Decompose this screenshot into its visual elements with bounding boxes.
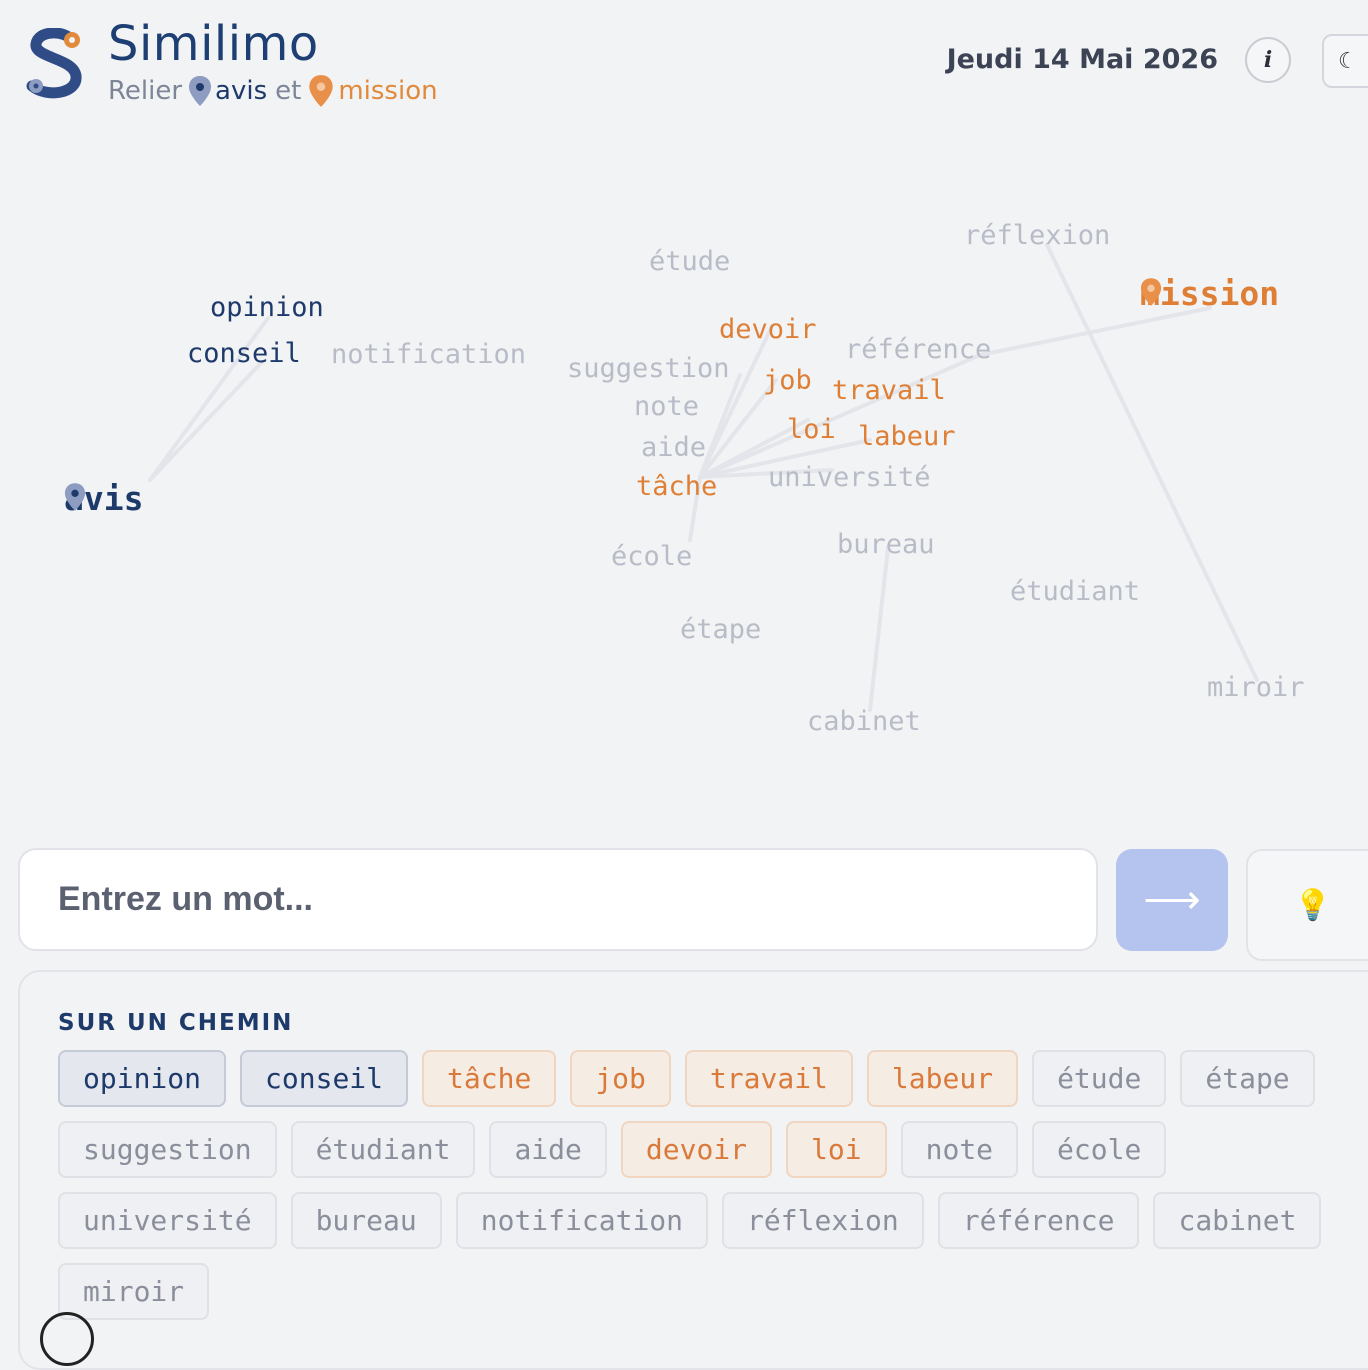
path-chip[interactable]: cabinet xyxy=(1153,1192,1322,1249)
subtitle-connector: et xyxy=(275,76,302,106)
path-chip[interactable]: devoir xyxy=(620,1121,773,1178)
graph-edge xyxy=(148,360,264,482)
path-chip[interactable]: étape xyxy=(1180,1050,1315,1107)
graph-word: opinion xyxy=(210,292,324,323)
graph-word: travail xyxy=(832,375,946,406)
hint-button[interactable]: 💡 xyxy=(1246,849,1368,961)
path-chip[interactable]: bureau xyxy=(290,1192,442,1249)
path-chip[interactable]: job xyxy=(570,1050,671,1107)
path-chip[interactable]: aide xyxy=(489,1121,607,1178)
path-chip[interactable]: labeur xyxy=(866,1050,1019,1107)
graph-word: étude xyxy=(649,246,731,277)
path-panel: SUR UN CHEMIN opinion conseil tâche job trav… xyxy=(18,970,1368,1370)
graph-word: loi xyxy=(787,414,836,445)
graph-word: bureau xyxy=(837,529,935,560)
graph-edge xyxy=(868,546,890,712)
graph-word: aide xyxy=(641,432,707,463)
path-chip[interactable]: note xyxy=(900,1121,1019,1178)
graph-word: notification xyxy=(331,339,527,370)
graph-word: job xyxy=(763,365,812,396)
subtitle-prefix: Relier xyxy=(108,76,183,106)
panel-title: SUR UN CHEMIN xyxy=(58,1010,294,1036)
path-chip[interactable]: école xyxy=(1032,1121,1167,1178)
path-chip[interactable]: miroir xyxy=(58,1263,210,1320)
subtitle-start-word: avis xyxy=(215,76,268,106)
graph-word: suggestion xyxy=(567,353,730,384)
path-chip[interactable]: conseil xyxy=(240,1050,409,1107)
path-chip[interactable]: loi xyxy=(786,1121,887,1178)
path-chip[interactable]: suggestion xyxy=(58,1121,277,1178)
path-chip-list: opinion conseil tâche job travail labeur étude… xyxy=(58,1050,1358,1320)
path-chip[interactable]: étude xyxy=(1032,1050,1167,1107)
graph-word: tâche xyxy=(636,471,718,502)
similimo-logo xyxy=(26,28,82,99)
graph-word: note xyxy=(634,391,700,422)
path-chip[interactable]: opinion xyxy=(58,1050,227,1107)
end-pin-icon xyxy=(309,75,334,107)
graph-word: conseil xyxy=(187,338,301,369)
graph-start-word: avis xyxy=(64,482,143,515)
graph-word: université xyxy=(768,462,931,493)
word-graph: avis mission opinion conseil notification étu… xyxy=(0,140,1368,800)
graph-edge xyxy=(698,353,982,479)
graph-word: école xyxy=(611,541,693,572)
app-title: Similimo xyxy=(108,16,319,72)
graph-word: cabinet xyxy=(807,706,921,737)
moon-icon: ☾ xyxy=(1338,48,1358,74)
avatar[interactable] xyxy=(40,1312,94,1366)
submit-button[interactable]: ⟶ xyxy=(1116,849,1228,951)
graph-word: réflexion xyxy=(964,220,1111,251)
path-chip[interactable]: référence xyxy=(937,1192,1140,1249)
lightbulb-icon: 💡 xyxy=(1294,888,1332,922)
current-date: Jeudi 14 Mai 2026 xyxy=(946,44,1218,75)
path-chip[interactable]: réflexion xyxy=(722,1192,924,1249)
path-chip[interactable]: travail xyxy=(684,1050,853,1107)
location-pin-icon xyxy=(64,483,86,511)
path-chip[interactable]: notification xyxy=(455,1192,709,1249)
path-chip[interactable]: tâche xyxy=(422,1050,557,1107)
path-chip[interactable]: étudiant xyxy=(290,1121,476,1178)
subtitle-end-word: mission xyxy=(338,76,438,106)
path-chip[interactable]: université xyxy=(58,1192,277,1249)
theme-toggle-button[interactable]: ☾ xyxy=(1322,34,1368,88)
subtitle: Relier avis et mission xyxy=(108,74,438,108)
start-pin-icon xyxy=(189,76,212,106)
graph-word: miroir xyxy=(1207,672,1305,703)
graph-connections xyxy=(148,243,1259,712)
graph-word: devoir xyxy=(719,314,817,345)
arrow-right-icon: ⟶ xyxy=(1143,878,1201,922)
graph-word: référence xyxy=(845,334,992,365)
word-input[interactable] xyxy=(18,848,1098,951)
info-button[interactable]: i xyxy=(1245,37,1291,83)
graph-word: étudiant xyxy=(1010,576,1141,607)
graph-word: labeur xyxy=(858,421,956,452)
graph-end-word: mission xyxy=(1140,277,1279,310)
location-pin-icon xyxy=(1140,278,1162,306)
graph-word: étape xyxy=(680,614,762,645)
